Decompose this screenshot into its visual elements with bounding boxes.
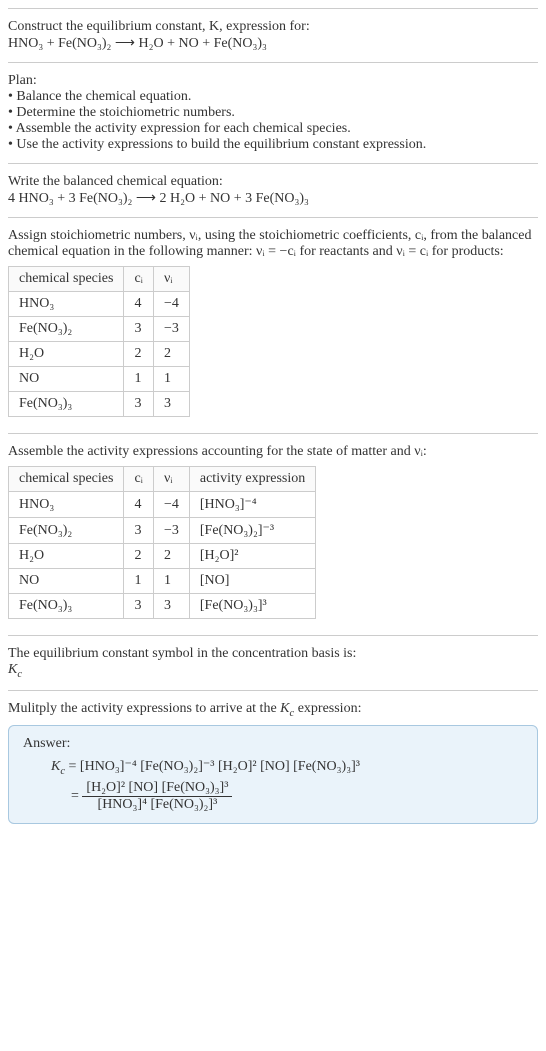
cell-species: NO bbox=[9, 367, 124, 392]
cell-ci: 2 bbox=[124, 544, 154, 569]
activity-section: Assemble the activity expressions accoun… bbox=[8, 433, 538, 635]
col-species: chemical species bbox=[9, 267, 124, 292]
cell-vi: 3 bbox=[153, 594, 189, 619]
col-species: chemical species bbox=[9, 467, 124, 492]
table-header-row: chemical species cᵢ νᵢ bbox=[9, 267, 190, 292]
plan-item-3: • Assemble the activity expression for e… bbox=[8, 121, 538, 137]
cell-vi: 2 bbox=[153, 544, 189, 569]
cell-activity: [HNO₃]⁻⁴ bbox=[189, 492, 315, 518]
table-row: Fe(NO₃)₂ 3 −3 bbox=[9, 317, 190, 342]
table-row: Fe(NO₃)₃ 3 3 [Fe(NO₃)₃]³ bbox=[9, 594, 316, 619]
intro-equation: HNO₃ + Fe(NO₃)₂ ⟶ H₂O + NO + Fe(NO₃)₃ bbox=[8, 35, 538, 52]
table-row: Fe(NO₃)₃ 3 3 bbox=[9, 392, 190, 417]
cell-species: HNO₃ bbox=[9, 292, 124, 317]
answer-numerator: [H₂O]² [NO] [Fe(NO₃)₃]³ bbox=[82, 780, 232, 797]
activity-table: chemical species cᵢ νᵢ activity expressi… bbox=[8, 466, 316, 619]
table-row: NO 1 1 [NO] bbox=[9, 569, 316, 594]
cell-ci: 3 bbox=[124, 518, 154, 544]
cell-ci: 3 bbox=[124, 594, 154, 619]
answer-label: Answer: bbox=[23, 736, 523, 752]
answer-fraction: [H₂O]² [NO] [Fe(NO₃)₃]³ [HNO₃]⁴ [Fe(NO₃)… bbox=[82, 780, 232, 813]
table-row: H₂O 2 2 bbox=[9, 342, 190, 367]
table-row: Fe(NO₃)₂ 3 −3 [Fe(NO₃)₂]⁻³ bbox=[9, 518, 316, 544]
plan-item-1: • Balance the chemical equation. bbox=[8, 89, 538, 105]
cell-vi: −4 bbox=[153, 492, 189, 518]
cell-activity: [H₂O]² bbox=[189, 544, 315, 569]
cell-ci: 2 bbox=[124, 342, 154, 367]
intro-text: Construct the equilibrium constant, K, e… bbox=[8, 19, 538, 35]
cell-ci: 3 bbox=[124, 392, 154, 417]
stoich-section: Assign stoichiometric numbers, νᵢ, using… bbox=[8, 217, 538, 433]
cell-species: NO bbox=[9, 569, 124, 594]
cell-ci: 1 bbox=[124, 569, 154, 594]
cell-species: Fe(NO₃)₂ bbox=[9, 317, 124, 342]
plan-section: Plan: • Balance the chemical equation. •… bbox=[8, 62, 538, 163]
answer-box: Answer: Kc = [HNO₃]⁻⁴ [Fe(NO₃)₂]⁻³ [H₂O]… bbox=[8, 725, 538, 825]
balanced-equation: 4 HNO₃ + 3 Fe(NO₃)₂ ⟶ 2 H₂O + NO + 3 Fe(… bbox=[8, 190, 538, 207]
plan-item-2: • Determine the stoichiometric numbers. bbox=[8, 105, 538, 121]
balanced-heading: Write the balanced chemical equation: bbox=[8, 174, 538, 190]
col-ci: cᵢ bbox=[124, 267, 154, 292]
multiply-heading: Mulitply the activity expressions to arr… bbox=[8, 701, 538, 719]
cell-species: Fe(NO₃)₃ bbox=[9, 594, 124, 619]
symbol-section: The equilibrium constant symbol in the c… bbox=[8, 635, 538, 690]
answer-eq2: = bbox=[71, 789, 79, 804]
intro-section: Construct the equilibrium constant, K, e… bbox=[8, 8, 538, 62]
cell-ci: 4 bbox=[124, 492, 154, 518]
cell-species: Fe(NO₃)₃ bbox=[9, 392, 124, 417]
cell-vi: −3 bbox=[153, 518, 189, 544]
col-ci: cᵢ bbox=[124, 467, 154, 492]
table-row: HNO₃ 4 −4 bbox=[9, 292, 190, 317]
cell-vi: 2 bbox=[153, 342, 189, 367]
plan-item-4: • Use the activity expressions to build … bbox=[8, 137, 538, 153]
symbol-text: The equilibrium constant symbol in the c… bbox=[8, 646, 538, 662]
activity-heading: Assemble the activity expressions accoun… bbox=[8, 444, 538, 460]
cell-activity: [Fe(NO₃)₃]³ bbox=[189, 594, 315, 619]
col-activity: activity expression bbox=[189, 467, 315, 492]
symbol-kc: Kc bbox=[8, 662, 538, 680]
answer-line-1: Kc = [HNO₃]⁻⁴ [Fe(NO₃)₂]⁻³ [H₂O]² [NO] [… bbox=[23, 758, 523, 777]
multiply-section: Mulitply the activity expressions to arr… bbox=[8, 690, 538, 835]
cell-vi: 3 bbox=[153, 392, 189, 417]
cell-species: Fe(NO₃)₂ bbox=[9, 518, 124, 544]
stoich-text: Assign stoichiometric numbers, νᵢ, using… bbox=[8, 228, 538, 260]
cell-species: H₂O bbox=[9, 342, 124, 367]
cell-ci: 1 bbox=[124, 367, 154, 392]
cell-ci: 4 bbox=[124, 292, 154, 317]
answer-rhs1: [HNO₃]⁻⁴ [Fe(NO₃)₂]⁻³ [H₂O]² [NO] [Fe(NO… bbox=[80, 759, 360, 774]
stoich-table: chemical species cᵢ νᵢ HNO₃ 4 −4 Fe(NO₃)… bbox=[8, 266, 190, 417]
cell-vi: 1 bbox=[153, 569, 189, 594]
answer-line-2: = [H₂O]² [NO] [Fe(NO₃)₃]³ [HNO₃]⁴ [Fe(NO… bbox=[23, 780, 523, 813]
table-row: H₂O 2 2 [H₂O]² bbox=[9, 544, 316, 569]
table-header-row: chemical species cᵢ νᵢ activity expressi… bbox=[9, 467, 316, 492]
answer-lhs: Kc = bbox=[51, 759, 76, 774]
cell-species: HNO₃ bbox=[9, 492, 124, 518]
balanced-section: Write the balanced chemical equation: 4 … bbox=[8, 163, 538, 217]
cell-activity: [Fe(NO₃)₂]⁻³ bbox=[189, 518, 315, 544]
cell-activity: [NO] bbox=[189, 569, 315, 594]
col-vi: νᵢ bbox=[153, 267, 189, 292]
cell-vi: 1 bbox=[153, 367, 189, 392]
table-row: HNO₃ 4 −4 [HNO₃]⁻⁴ bbox=[9, 492, 316, 518]
cell-species: H₂O bbox=[9, 544, 124, 569]
plan-heading: Plan: bbox=[8, 73, 538, 89]
col-vi: νᵢ bbox=[153, 467, 189, 492]
cell-vi: −4 bbox=[153, 292, 189, 317]
cell-ci: 3 bbox=[124, 317, 154, 342]
table-row: NO 1 1 bbox=[9, 367, 190, 392]
cell-vi: −3 bbox=[153, 317, 189, 342]
answer-denominator: [HNO₃]⁴ [Fe(NO₃)₂]³ bbox=[82, 797, 232, 813]
